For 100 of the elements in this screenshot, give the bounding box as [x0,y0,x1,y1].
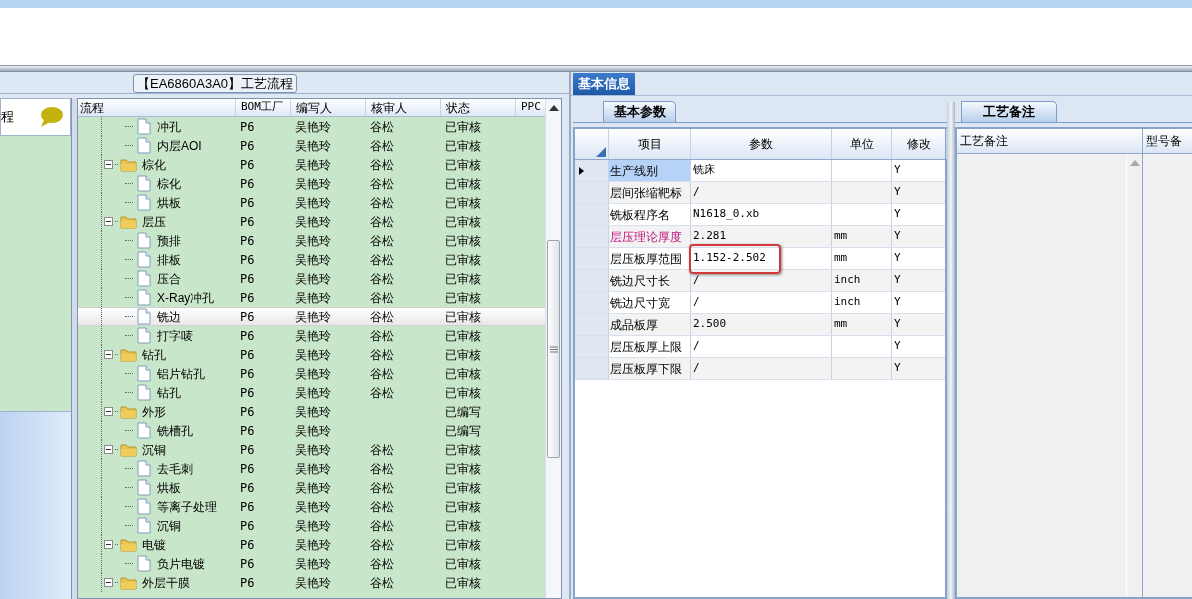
row-header[interactable] [575,160,609,181]
table-cell: mm [834,316,848,333]
collapse-toggle[interactable] [104,350,113,359]
tab[interactable]: 工艺备注 [961,101,1057,122]
tree-label: 棕化 [141,156,166,174]
table-cell: Y [894,250,901,267]
column-header[interactable]: 修改 [907,135,931,153]
splitter-bar[interactable] [0,65,1192,72]
scrollbar[interactable] [545,99,561,598]
document-icon [137,555,151,572]
collapse-toggle[interactable] [104,160,113,169]
tree-label: 排板 [156,251,181,269]
table-cell: 已审核 [445,119,481,134]
tree-label: 铣槽孔 [156,422,193,440]
document-icon [137,175,151,192]
scroll-up-icon[interactable] [548,104,559,112]
column-header[interactable]: PPC [521,99,541,116]
table-cell: 吴艳玲 [295,423,331,438]
column-header[interactable]: 核审人 [371,99,407,117]
table-cell: 已审核 [445,537,481,552]
document-icon [137,289,151,306]
tree-label: 负片电镀 [156,555,205,573]
table-cell: 吴艳玲 [295,119,331,134]
column-header[interactable]: BOM工厂 [241,99,283,116]
document-icon [137,270,151,287]
folder-icon [120,442,137,457]
tree-label: 压合 [156,270,181,288]
table-cell: P6 [240,556,255,571]
table-cell: 谷松 [370,480,394,495]
table-cell: 谷松 [370,157,394,172]
collapse-toggle[interactable] [104,540,113,549]
scroll-thumb[interactable] [547,240,560,458]
table-cell: 已审核 [445,233,481,248]
table-cell: Y [894,360,901,377]
table-cell-text: 层间张缩靶标 [610,184,682,202]
table-cell: 铣床 [693,162,715,179]
table-cell: Y [894,162,901,179]
column-header[interactable]: 型号备 [1146,132,1182,150]
table-cell: / [693,272,700,289]
table-cell: P6 [240,537,255,552]
table-cell: P6 [240,499,255,514]
table-cell: 已审核 [445,252,481,267]
collapse-toggle[interactable] [104,578,113,587]
table-cell: 谷松 [370,518,394,533]
table-cell: 谷松 [370,271,394,286]
table-cell: / [693,360,700,377]
tree-label: 电镀 [141,536,166,554]
table-cell: P6 [240,195,255,210]
folder-icon [120,575,137,590]
folder-icon [120,157,137,172]
collapse-toggle[interactable] [104,445,113,454]
table-cell: 吴艳玲 [295,271,331,286]
table-cell: P6 [240,119,255,134]
table-cell: 已编写 [445,423,481,438]
table-cell: mm [834,250,848,267]
document-icon [137,517,151,534]
column-header[interactable]: 流程 [80,99,104,117]
table-cell: 已审核 [445,480,481,495]
grip-icon [549,345,558,353]
sidebar-item[interactable]: 程 [1,107,14,127]
table-cell: 已审核 [445,271,481,286]
tree-label: 烘板 [156,194,181,212]
column-header[interactable]: 参数 [749,135,773,153]
column-header[interactable]: 编写人 [296,99,332,117]
tree-label: 铣边 [156,308,181,326]
tree-row[interactable]: 铣边 P6 吴艳玲 谷松 已审核 [78,307,546,326]
column-header[interactable]: 状态 [446,99,470,117]
table-cell: 1.152-2.502 [693,250,766,267]
tab[interactable]: 基本信息 [573,73,635,95]
table-cell: 已审核 [445,309,481,324]
folder-icon [120,214,137,229]
table-cell: 已审核 [445,442,481,457]
table-cell: P6 [240,461,255,476]
table-cell: P6 [240,214,255,229]
table-cell: P6 [240,442,255,457]
table-cell: 谷松 [370,138,394,153]
collapse-toggle[interactable] [104,217,113,226]
collapse-toggle[interactable] [104,407,113,416]
tab[interactable]: 基本参数 [603,101,676,122]
table-cell: 谷松 [370,575,394,590]
document-icon [137,308,151,325]
table-cell: 吴艳玲 [295,518,331,533]
tree-label: 内层AOI [156,137,202,155]
table-cell-text: 铣板程序名 [610,206,670,224]
panel-splitter[interactable] [947,102,955,599]
table-cell-text: 生产线别 [610,162,658,180]
column-header[interactable]: 工艺备注 [960,132,1008,150]
table-cell: 已审核 [445,195,481,210]
column-header[interactable]: 项目 [637,135,662,153]
tree-label: 沉铜 [156,517,181,535]
table-cell: P6 [240,518,255,533]
document-icon [137,479,151,496]
table-cell: 谷松 [370,442,394,457]
table-cell: Y [894,338,901,355]
tree-label: 外层干膜 [141,574,190,592]
table-cell: 已编写 [445,404,481,419]
column-header[interactable]: 单位 [849,135,874,153]
table-cell: 谷松 [370,328,394,343]
table-cell: 吴艳玲 [295,214,331,229]
table-cell: 吴艳玲 [295,252,331,267]
